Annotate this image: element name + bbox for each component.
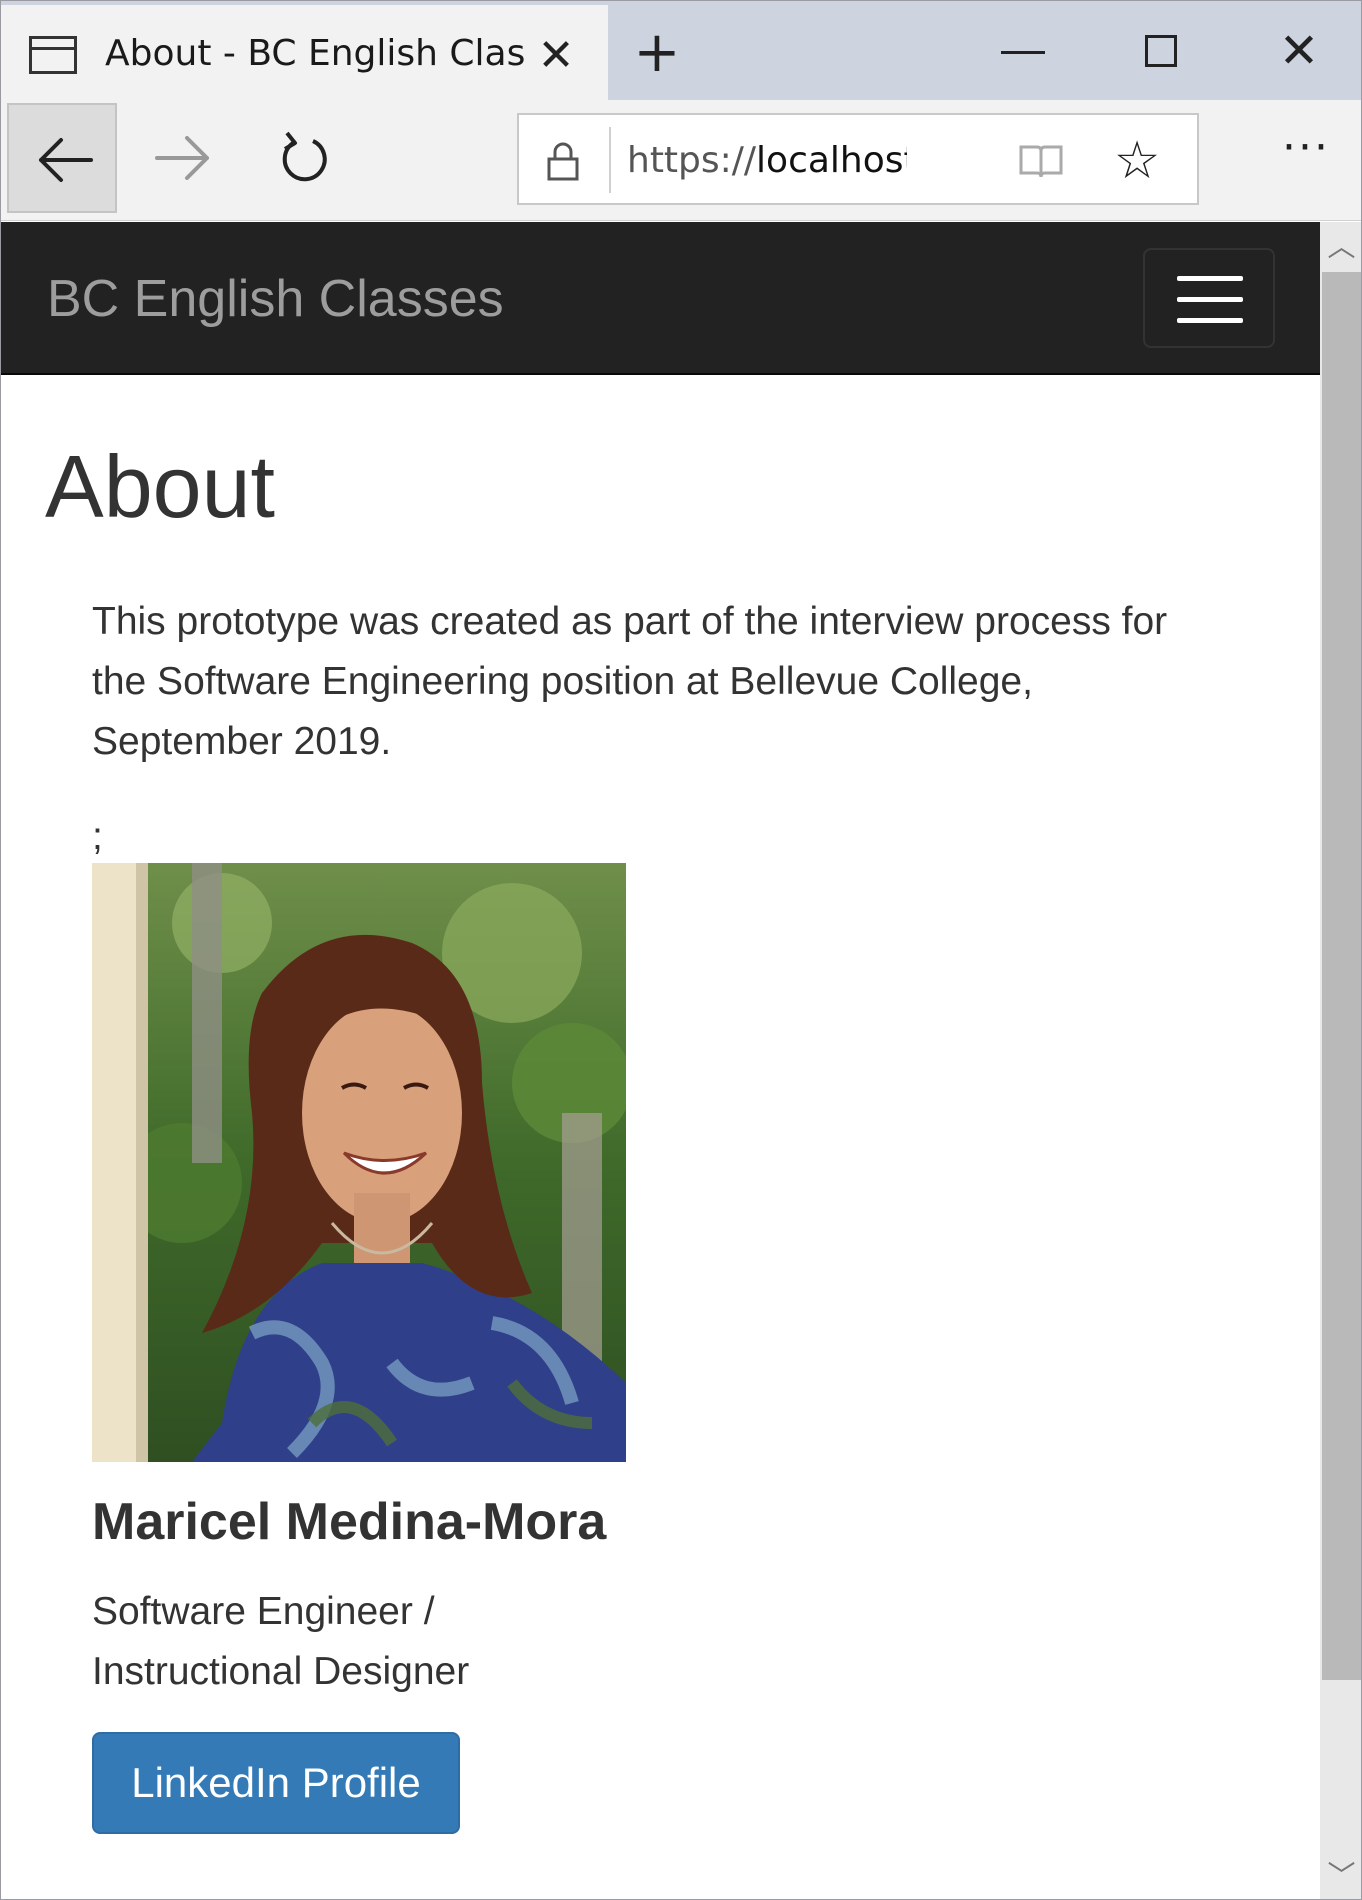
url-host: localhost:443 [756, 140, 907, 181]
tab-about[interactable]: About - BC English Clas ✕ [1, 5, 608, 100]
chevron-up-icon[interactable]: ︿ [1320, 222, 1361, 272]
navbar-brand[interactable]: BC English Classes [47, 264, 504, 334]
url-text[interactable]: https://localhost:443 [627, 135, 907, 187]
window-close-icon[interactable]: ✕ [1271, 23, 1327, 79]
vertical-scrollbar[interactable]: ︿ ﹀ [1320, 222, 1361, 1899]
back-button[interactable] [7, 103, 117, 213]
address-bar[interactable]: https://localhost:443 ☆ [517, 113, 1199, 205]
intro-paragraph: This prototype was created as part of th… [92, 600, 1168, 763]
tab-title: About - BC English Clas [105, 33, 525, 74]
refresh-icon [282, 131, 327, 182]
profile-photo [92, 863, 626, 1462]
hamburger-bar [1177, 318, 1243, 323]
arrow-left-icon [39, 138, 93, 182]
forward-button[interactable] [129, 103, 239, 213]
profile-name: Maricel Medina-Mora [92, 1493, 607, 1551]
page-icon [29, 36, 77, 74]
tab-strip: About - BC English Clas ✕ + ✕ [1, 1, 1361, 100]
scrollbar-thumb[interactable] [1322, 272, 1361, 1680]
browser-window: About - BC English Clas ✕ + ✕ https://lo… [0, 0, 1362, 1900]
address-divider [609, 127, 611, 193]
refresh-button[interactable] [249, 103, 359, 213]
browser-toolbar: https://localhost:443 ☆ ··· [1, 100, 1361, 221]
hamburger-icon[interactable] [1143, 248, 1275, 348]
url-scheme: https:// [627, 140, 757, 181]
page-title: About [45, 437, 275, 536]
minimize-icon[interactable] [1001, 51, 1045, 54]
navbar: BC English Classes [1, 222, 1320, 375]
maximize-icon[interactable] [1145, 35, 1177, 67]
star-icon[interactable]: ☆ [1109, 133, 1165, 189]
profile-title: Software Engineer / Instructional Design… [92, 1590, 470, 1693]
new-tab-button[interactable]: + [629, 25, 685, 81]
stray-text: ; [92, 815, 103, 858]
lock-icon [547, 142, 579, 181]
book-icon[interactable] [1017, 141, 1065, 181]
chevron-down-icon[interactable]: ﹀ [1320, 1851, 1361, 1899]
linkedin-profile-button[interactable]: LinkedIn Profile [92, 1732, 460, 1834]
tab-close-icon[interactable]: ✕ [531, 31, 581, 81]
arrow-right-icon [155, 136, 209, 180]
ellipsis-icon[interactable]: ··· [1271, 126, 1341, 188]
profile-photo-illustration [92, 863, 626, 1462]
page-viewport: BC English Classes About This prototype … [1, 222, 1320, 1899]
hamburger-bar [1177, 297, 1243, 302]
hamburger-bar [1177, 276, 1243, 281]
